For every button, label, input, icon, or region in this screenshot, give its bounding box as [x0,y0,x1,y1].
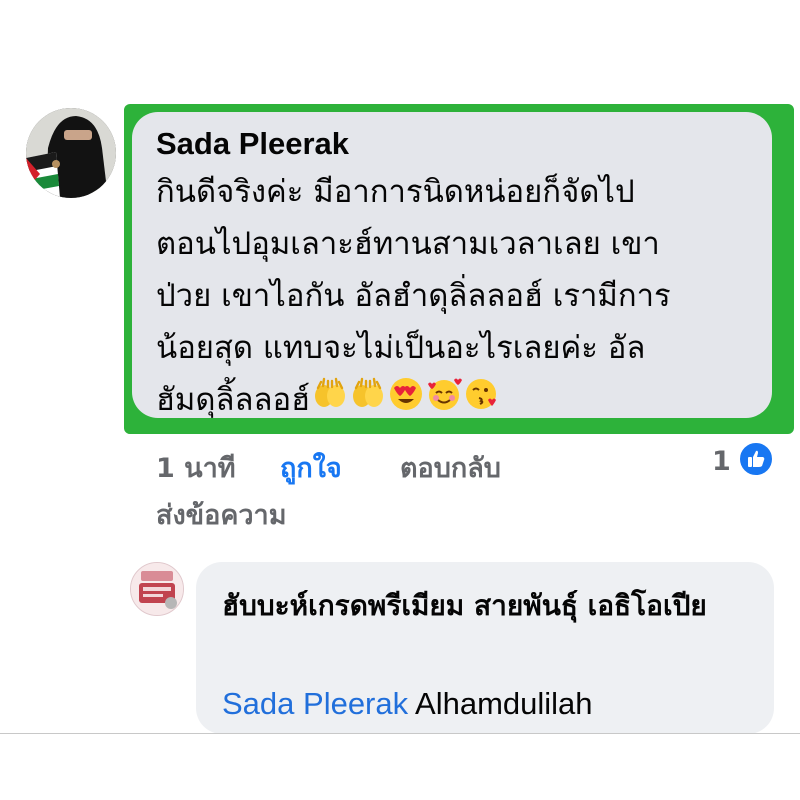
hands-icon [312,376,348,428]
comment-line: ป่วย เขาไอกัน อัลฮำดุลิ่ลลอฮ์ เรามีการ [156,278,671,314]
reply-button[interactable]: ตอบกลับ [400,446,501,489]
comment-line: กินดีจริงค่ะ มีอาการนิดหน่อยก็จัดไป [156,174,635,210]
reply-mention[interactable]: Sada Pleerak [222,686,408,721]
thumbs-up-icon[interactable] [738,441,774,477]
kissing-heart-icon [464,376,500,428]
send-message-button[interactable]: ส่งข้อความ [156,493,287,536]
reply-avatar[interactable] [130,562,184,616]
comment-line: น้อยสุด แทบจะไม่เป็นอะไรเลยค่ะ อัล [156,330,646,366]
hands-icon [350,376,386,428]
reaction-count[interactable]: 1 [712,446,731,477]
like-button[interactable]: ถูกใจ [280,446,342,489]
comment-line: ฮัมดุลิ้ลลอฮ์ [156,382,311,418]
comment-author[interactable]: Sada Pleerak [156,126,349,162]
commenter-avatar[interactable] [26,108,116,198]
smiling-hearts-icon [426,376,463,428]
heart-eyes-icon [388,376,424,428]
reply-text: Sada Pleerak Alhamdulilah [222,686,593,722]
comment-line-last: ฮัมดุลิ้ลลอฮ์ [156,374,756,428]
comment-time: 1 นาที [156,453,236,484]
comment-text: กินดีจริงค่ะ มีอาการนิดหน่อยก็จัดไป ตอนไ… [156,166,756,428]
reply-message: Alhamdulilah [415,686,593,721]
divider [0,733,800,734]
reply-author[interactable]: ฮับบะห์เกรดพรีเมียม สายพันธุ์ เอธิโอเปีย [222,578,752,634]
comment-actions: 1 นาที ถูกใจ ตอบกลับ [156,446,776,484]
comment-line: ตอนไปอุมเลาะฮ์ทานสามเวลาเลย เขา [156,226,660,262]
